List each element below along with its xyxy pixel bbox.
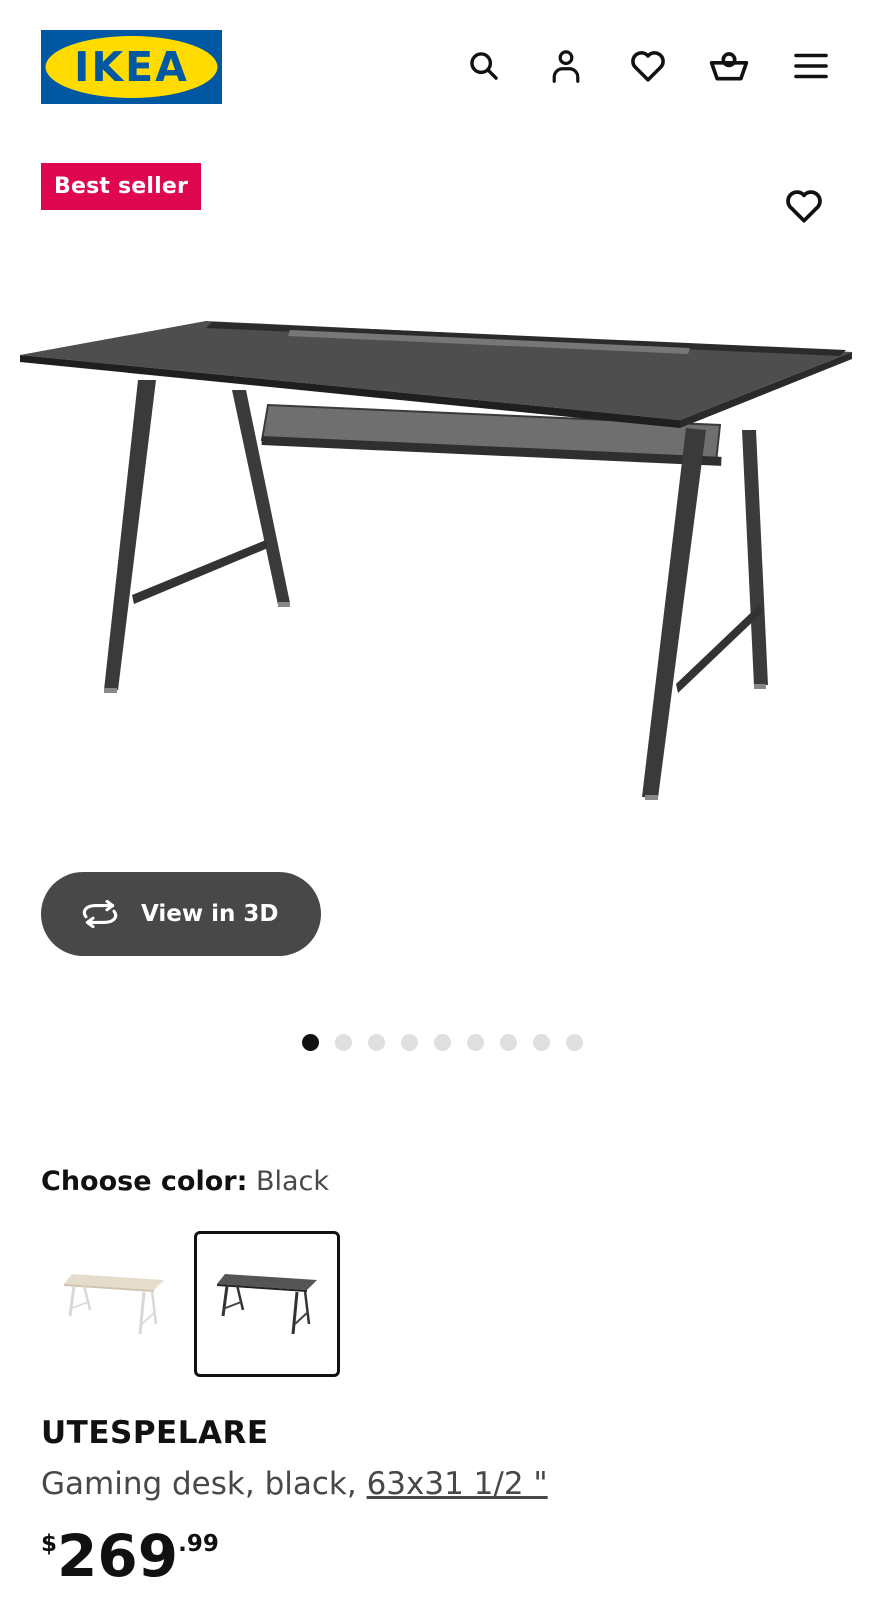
- carousel-dot[interactable]: [335, 1034, 352, 1051]
- basket-icon[interactable]: [707, 44, 751, 88]
- carousel-dot[interactable]: [500, 1034, 517, 1051]
- heart-icon: [786, 190, 822, 223]
- rotate-3d-icon: [82, 900, 118, 928]
- carousel-dot[interactable]: [566, 1034, 583, 1051]
- carousel-dot[interactable]: [467, 1034, 484, 1051]
- carousel-dot[interactable]: [302, 1034, 319, 1051]
- color-label: Choose color:: [41, 1166, 248, 1197]
- product-type: Gaming desk, black,: [41, 1466, 357, 1502]
- price-integer: 269: [57, 1522, 179, 1590]
- product-price: $269.99: [41, 1525, 219, 1587]
- search-icon[interactable]: [462, 44, 506, 88]
- carousel-dot[interactable]: [368, 1034, 385, 1051]
- svg-text:IKEA: IKEA: [74, 43, 189, 91]
- view-in-3d-label: View in 3D: [141, 901, 279, 927]
- color-selector-label: Choose color: Black: [41, 1166, 329, 1197]
- product-description: Gaming desk, black, 63x31 1/2 ": [41, 1466, 548, 1502]
- color-swatch-white-oak[interactable]: [41, 1231, 187, 1377]
- add-to-favorites-button[interactable]: [780, 182, 828, 230]
- account-icon[interactable]: [544, 44, 588, 88]
- best-seller-badge: Best seller: [41, 163, 202, 210]
- carousel-dot[interactable]: [533, 1034, 550, 1051]
- favorites-icon[interactable]: [626, 44, 670, 88]
- menu-icon[interactable]: [789, 44, 833, 88]
- carousel-dot[interactable]: [434, 1034, 451, 1051]
- site-header: IKEA: [0, 0, 889, 120]
- product-name: UTESPELARE: [41, 1415, 269, 1451]
- color-swatch-black[interactable]: [194, 1231, 340, 1377]
- color-value: Black: [255, 1166, 330, 1197]
- price-currency: $: [41, 1531, 58, 1557]
- view-in-3d-button[interactable]: View in 3D: [41, 872, 321, 956]
- product-image[interactable]: [0, 300, 889, 830]
- price-decimal: .99: [178, 1531, 219, 1557]
- ikea-logo[interactable]: IKEA: [41, 30, 222, 104]
- carousel-dot[interactable]: [401, 1034, 418, 1051]
- product-size-link[interactable]: 63x31 1/2 ": [367, 1466, 548, 1502]
- image-carousel-dots: [302, 1034, 583, 1051]
